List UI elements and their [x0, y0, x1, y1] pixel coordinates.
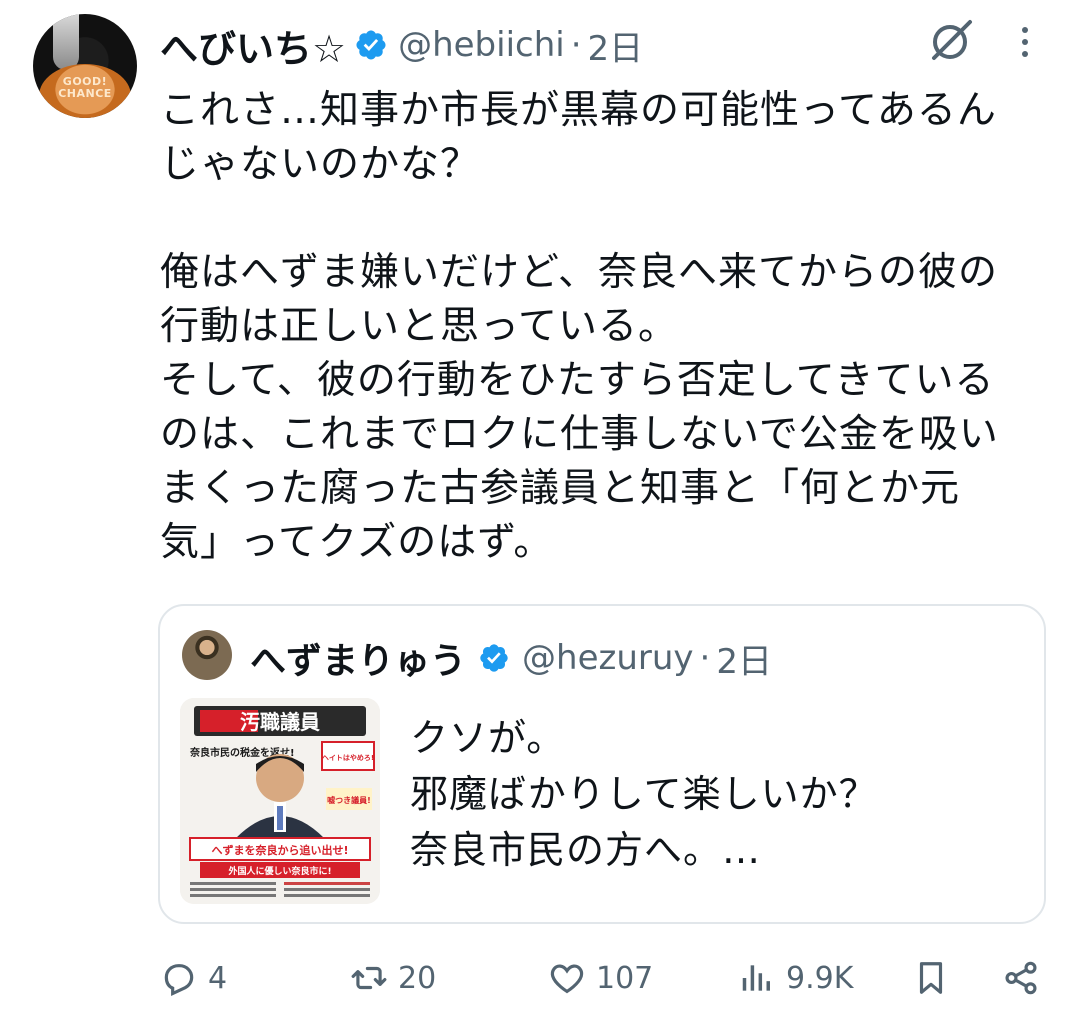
- header-separator: ·: [570, 25, 582, 65]
- views-button[interactable]: 9.9K: [738, 950, 853, 1006]
- flyer-badge-text: 嘘つき議員!: [327, 795, 371, 805]
- quoted-tweet-body: クソが。 邪魔ばかりして楽しいか？ 奈良市民の方へ。…: [410, 716, 878, 872]
- author-display-name[interactable]: へびいち☆: [160, 18, 346, 73]
- author-handle[interactable]: @hebiichi: [398, 25, 565, 65]
- quoted-author-handle[interactable]: @hezuruy: [522, 638, 694, 678]
- retweet-icon: [351, 966, 387, 990]
- more-vertical-icon[interactable]: [1010, 22, 1040, 62]
- like-button[interactable]: 107: [548, 950, 653, 1006]
- bookmark-icon: [919, 962, 943, 994]
- quoted-tweet-timestamp[interactable]: 2日: [716, 634, 772, 683]
- tweet-timestamp[interactable]: 2日: [588, 21, 644, 70]
- quoted-header-separator: ·: [699, 638, 711, 678]
- retweet-button[interactable]: 20: [350, 950, 436, 1006]
- tweet-header: へびいち☆ @hebiichi · 2日: [160, 18, 644, 73]
- quoted-author-display-name[interactable]: へずまりゅう: [250, 632, 466, 684]
- reply-icon: [164, 964, 194, 997]
- author-avatar[interactable]: GOOD! CHANCE: [33, 14, 137, 118]
- verified-badge-icon[interactable]: [478, 642, 510, 674]
- retweet-count: 20: [398, 960, 437, 996]
- flyer-sub-slogan-text: 外国人に優しい奈良市に!: [227, 865, 331, 877]
- verified-badge-icon[interactable]: [354, 28, 388, 62]
- views-count: 9.9K: [786, 960, 854, 996]
- reply-button[interactable]: 4: [160, 950, 227, 1006]
- quoted-author-avatar[interactable]: [182, 630, 232, 680]
- heart-icon: [550, 964, 584, 994]
- avatar-milk-pour: [53, 14, 79, 70]
- flyer-banner-text: 汚職議員: [240, 710, 320, 734]
- grok-icon[interactable]: [926, 16, 976, 66]
- flyer-right-text: ヘイトはやめろ!: [322, 753, 374, 762]
- share-button[interactable]: [1002, 950, 1040, 1006]
- share-icon: [1005, 961, 1037, 995]
- quoted-tweet-card[interactable]: へずまりゅう @hezuruy · 2日 汚職議員 奈良市民の税金を返せ! ヘイ…: [158, 604, 1046, 924]
- flyer-slogan-text: へずまを奈良から追い出せ!: [211, 843, 348, 857]
- views-icon: [742, 965, 770, 991]
- quoted-tweet-header: へずまりゅう @hezuruy · 2日: [250, 632, 772, 684]
- reply-count: 4: [208, 960, 228, 996]
- flyer-image: 汚職議員 奈良市民の税金を返せ! ヘイトはやめろ! 嘘つき議員! へずまを奈良か…: [180, 698, 380, 904]
- bookmark-button[interactable]: [912, 950, 950, 1006]
- like-count: 107: [596, 960, 654, 996]
- avatar-latte-art-text: GOOD! CHANCE: [58, 75, 112, 100]
- tweet-body: これさ…知事か市長が黒幕の可能性ってあるん じゃないのかな？ 俺はへずま嫌いだけ…: [160, 88, 999, 565]
- tweet-action-bar: 4 20 107 9.9K: [160, 950, 1050, 1006]
- quoted-media-thumbnail[interactable]: 汚職議員 奈良市民の税金を返せ! ヘイトはやめろ! 嘘つき議員! へずまを奈良か…: [180, 698, 380, 904]
